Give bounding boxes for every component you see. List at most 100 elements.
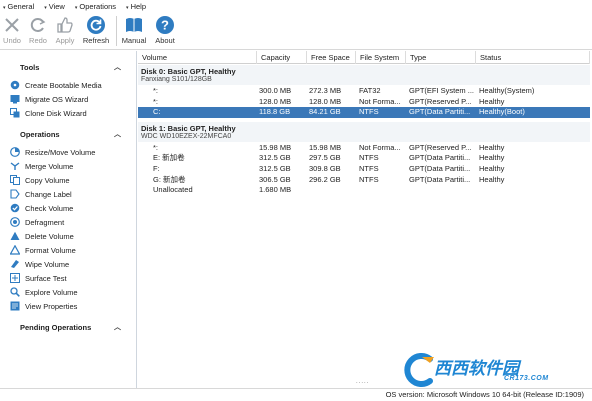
- cell-volume: *:: [153, 86, 159, 95]
- thumbs-up-icon: [54, 15, 76, 35]
- sidebar-item-label: Delete Volume: [25, 231, 74, 241]
- partition-row[interactable]: C: 118.8 GB 84.21 GB NTFS GPT(Data Partiti..…: [138, 107, 590, 118]
- about-button[interactable]: ? About: [148, 13, 182, 49]
- menu-general[interactable]: ▾ General: [3, 2, 34, 11]
- cell-type: GPT(Data Partiti...: [409, 107, 471, 117]
- partition-row[interactable]: E: 新加卷 312.5 GB 297.5 GB NTFS GPT(Data Parti…: [138, 153, 590, 164]
- chevron-down-icon: ▾: [74, 4, 78, 11]
- column-header-file-system[interactable]: File System: [356, 51, 406, 64]
- sidebar-item-clone-disk-wizard[interactable]: Clone Disk Wizard: [10, 107, 87, 119]
- cell-status: [479, 185, 589, 196]
- chevron-up-icon: ︿: [114, 64, 121, 71]
- cell-capacity: 1.680 MB: [259, 185, 292, 195]
- sidebar-item-resize-move-volume[interactable]: Resize/Move Volume: [10, 146, 95, 158]
- sidebar-item-check-volume[interactable]: Check Volume: [10, 202, 73, 214]
- column-header-volume[interactable]: Volume: [138, 51, 257, 64]
- refresh-icon: [85, 15, 107, 35]
- label-icon: [10, 189, 20, 199]
- scroll-grip[interactable]: .....: [356, 379, 369, 385]
- svg-text:?: ?: [161, 18, 169, 33]
- cell-capacity: 312.5 GB: [259, 164, 291, 173]
- sidebar-item-view-properties[interactable]: View Properties: [10, 300, 77, 312]
- clone-disk-icon: [10, 108, 20, 118]
- column-header-status[interactable]: Status: [476, 51, 590, 64]
- partition-row[interactable]: *: 128.0 MB 128.0 MB Not Forma... GPT(Reserv…: [138, 97, 590, 108]
- toolbar: Undo Redo Apply Refresh Manual ? About: [0, 12, 592, 50]
- sidebar-item-label: Migrate OS Wizard: [25, 94, 89, 104]
- question-icon: ?: [154, 15, 176, 35]
- sidebar-item-delete-volume[interactable]: Delete Volume: [10, 230, 74, 242]
- cell-status: Healthy: [479, 153, 505, 163]
- disk-row[interactable]: Disk 1: Basic GPT, Healthy WDC WD10EZEX-2…: [138, 121, 590, 142]
- partition-row[interactable]: Unallocated 1.680 MB: [138, 185, 590, 196]
- cell-volume: E: 新加卷: [153, 153, 185, 163]
- cell-volume: F:: [153, 164, 160, 173]
- disk-row[interactable]: Disk 0: Basic GPT, Healthy Fanxiang S101/…: [138, 65, 590, 85]
- cell-free: 296.2 GB: [309, 174, 341, 184]
- menu-operations[interactable]: ▾ Operations: [75, 2, 116, 11]
- status-bar: OS version: Microsoft Windows 10 64-bit …: [0, 388, 592, 401]
- cell-capacity: 128.0 MB: [259, 96, 292, 106]
- sidebar-item-explore-volume[interactable]: Explore Volume: [10, 286, 78, 298]
- properties-icon: [10, 301, 20, 311]
- sidebar-item-label: Create Bootable Media: [25, 80, 102, 90]
- disk-model: Fanxiang S101/128GB: [141, 76, 212, 83]
- sidebar-item-label: Change Label: [25, 189, 72, 199]
- sidebar-item-label: Defragment: [25, 217, 65, 227]
- wipe-icon: [10, 259, 20, 269]
- watermark: 西西软件园 CR173.COM: [400, 353, 575, 387]
- cell-type: GPT(Data Partiti...: [409, 164, 471, 173]
- refresh-button[interactable]: Refresh: [79, 13, 113, 49]
- cell-capacity: 118.8 GB: [259, 107, 291, 117]
- watermark-sub: CR173.COM: [504, 375, 549, 382]
- sidebar-item-change-label[interactable]: Change Label: [10, 188, 72, 200]
- sidebar-item-label: Explore Volume: [25, 287, 78, 297]
- menu-help[interactable]: ▾ Help: [126, 2, 146, 11]
- cell-volume: *:: [153, 96, 159, 106]
- operations-section-header[interactable]: Operations ︿: [0, 127, 137, 141]
- disk-title: Disk 0: Basic GPT, Healthy: [141, 67, 236, 76]
- cell-fs: FAT32: [359, 86, 381, 95]
- chevron-down-icon: ▾: [3, 4, 6, 11]
- cell-fs: NTFS: [359, 164, 379, 173]
- check-icon: [10, 203, 20, 213]
- sidebar-item-wipe-volume[interactable]: Wipe Volume: [10, 258, 69, 270]
- undo-icon: [1, 15, 23, 35]
- column-header-capacity[interactable]: Capacity: [257, 51, 307, 64]
- defrag-icon: [10, 217, 20, 227]
- sidebar-item-label: Wipe Volume: [25, 259, 70, 269]
- partition-row[interactable]: *: 300.0 MB 272.3 MB FAT32 GPT(EFI System ..…: [138, 86, 590, 97]
- partition-row[interactable]: G: 新加卷 306.5 GB 296.2 GB NTFS GPT(Data Parti…: [138, 175, 590, 186]
- sidebar-item-create-bootable-media[interactable]: Create Bootable Media: [10, 79, 102, 91]
- partition-row[interactable]: *: 15.98 MB 15.98 MB Not Forma... GPT(Reserv…: [138, 143, 590, 154]
- sidebar-item-label: Check Volume: [25, 203, 74, 213]
- sidebar: Tools ︿ Create Bootable Media Migrate OS …: [0, 51, 137, 388]
- tools-section-header[interactable]: Tools ︿: [0, 60, 137, 74]
- cell-fs: NTFS: [359, 107, 379, 117]
- sidebar-item-surface-test[interactable]: Surface Test: [10, 272, 67, 284]
- chevron-up-icon: ︿: [114, 131, 121, 138]
- column-header-free-space[interactable]: Free Space: [307, 51, 356, 64]
- redo-icon: [27, 15, 49, 35]
- pending-operations-header[interactable]: Pending Operations ︿: [0, 320, 137, 334]
- sidebar-item-label: Copy Volume: [25, 175, 70, 185]
- sidebar-item-label: Format Volume: [25, 245, 76, 255]
- cell-status: Healthy(System): [479, 86, 535, 95]
- cell-status: Healthy: [479, 96, 505, 106]
- sidebar-item-format-volume[interactable]: Format Volume: [10, 244, 76, 256]
- column-header-type[interactable]: Type: [406, 51, 476, 64]
- cell-volume: *:: [153, 142, 159, 152]
- cell-free: 84.21 GB: [309, 107, 341, 117]
- menu-view[interactable]: ▾ View: [44, 2, 65, 11]
- manual-button[interactable]: Manual: [117, 13, 151, 49]
- cell-volume: Unallocated: [153, 185, 193, 195]
- sidebar-item-copy-volume[interactable]: Copy Volume: [10, 174, 70, 186]
- sidebar-item-migrate-os-wizard[interactable]: Migrate OS Wizard: [10, 93, 88, 105]
- partition-row[interactable]: F: 312.5 GB 309.8 GB NTFS GPT(Data Partiti..…: [138, 164, 590, 175]
- cell-free: 272.3 MB: [309, 86, 342, 95]
- sidebar-item-merge-volume[interactable]: Merge Volume: [10, 160, 73, 172]
- cell-free: [309, 185, 357, 196]
- sidebar-item-defragment[interactable]: Defragment: [10, 216, 64, 228]
- apply-button[interactable]: Apply: [48, 13, 82, 49]
- delete-icon: [10, 231, 20, 241]
